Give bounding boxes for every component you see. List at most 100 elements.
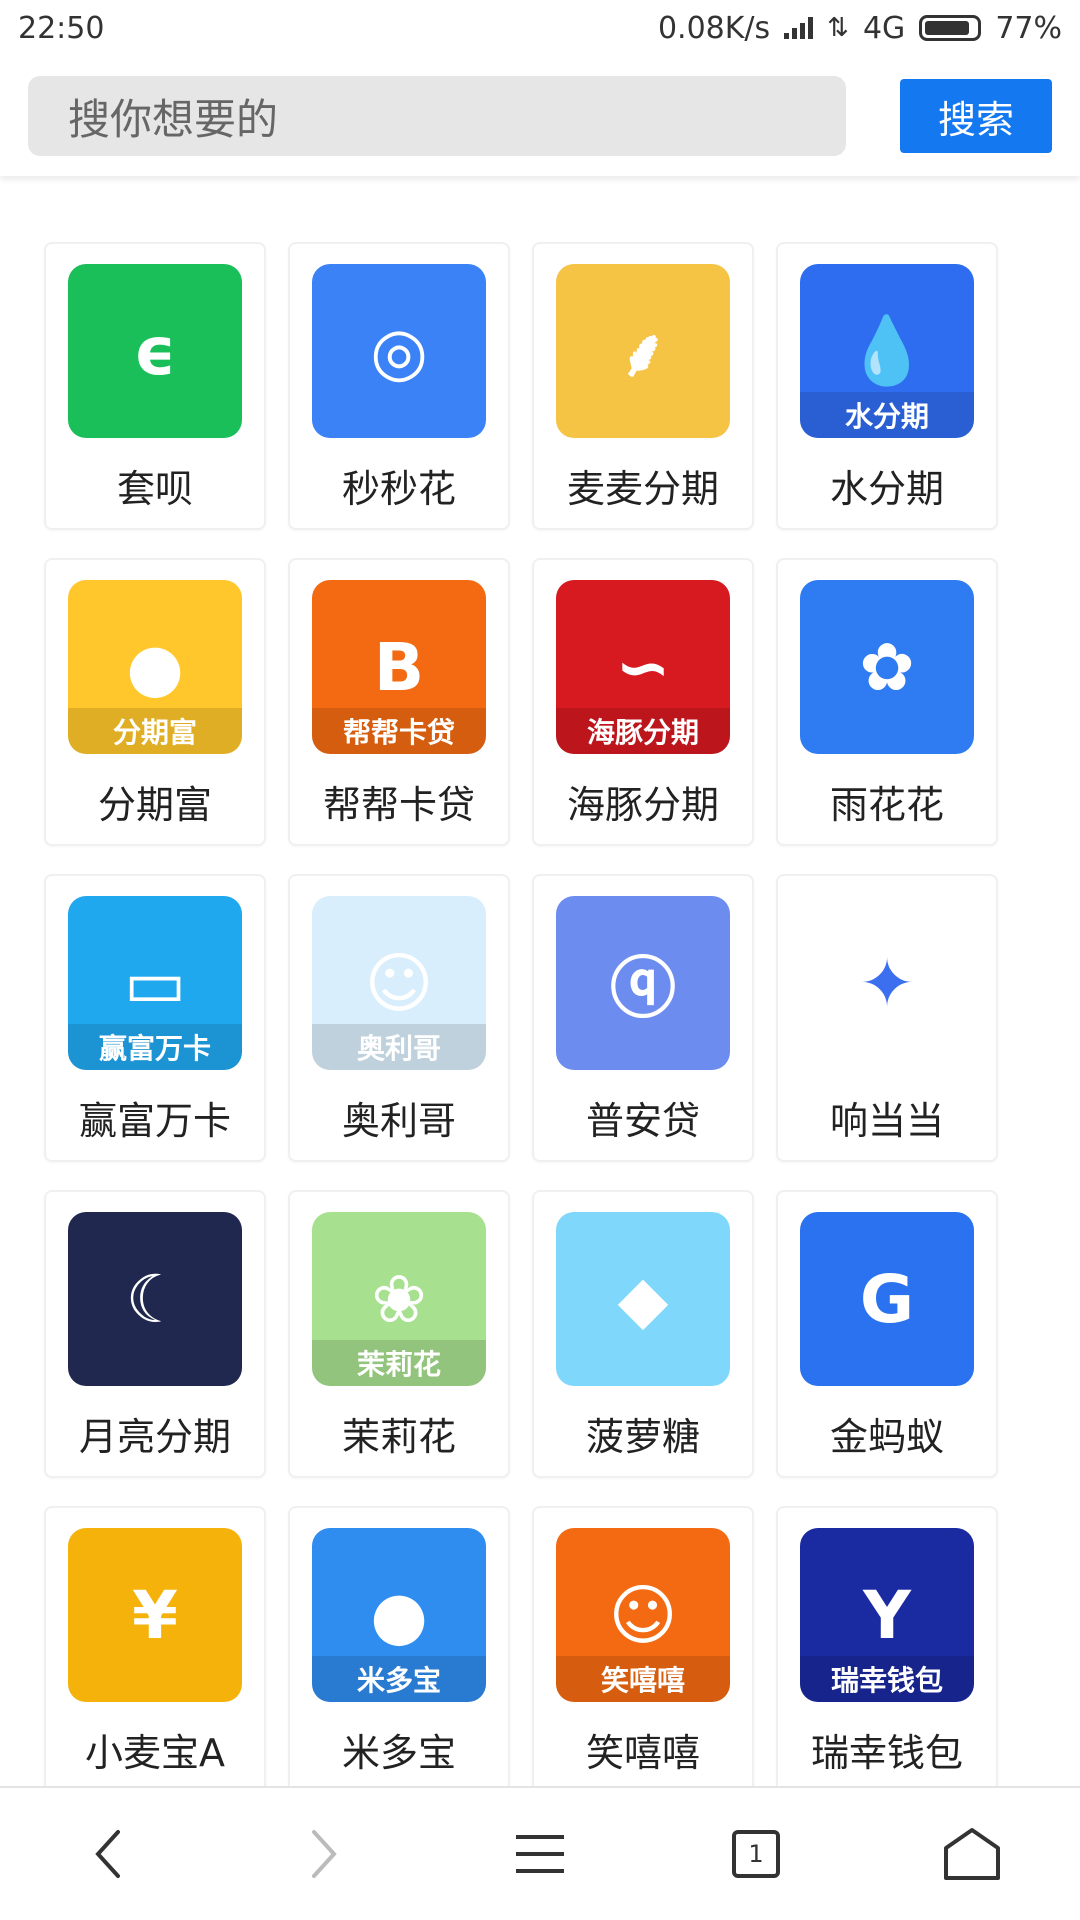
- man-portrait-logo-mark: ☺: [364, 944, 434, 1022]
- app-label: 赢富万卡: [78, 1099, 231, 1143]
- pig-god-logo: ● 米多宝: [312, 1528, 486, 1702]
- icon-band-text: 米多宝: [312, 1656, 486, 1702]
- card-b-logo-mark: B: [373, 628, 425, 706]
- status-time: 22:50: [18, 10, 105, 46]
- fortune-god-logo: ☺ 笑嘻嘻: [556, 1528, 730, 1702]
- tabs-count: 1: [748, 1840, 764, 1868]
- lotus-hand-logo-mark: ✿: [859, 628, 915, 706]
- app-label: 套呗: [116, 467, 193, 511]
- app-label: 米多宝: [341, 1731, 456, 1775]
- search-input[interactable]: 搜你想要的: [28, 76, 846, 156]
- icon-band-text: 奥利哥: [312, 1024, 486, 1070]
- browser-bottom-nav: 1: [0, 1786, 1080, 1920]
- pig-god-logo-mark: ●: [370, 1576, 428, 1654]
- app-card[interactable]: ❀ 茉莉花茉莉花: [288, 1190, 510, 1478]
- deer-coin-logo: Y 瑞幸钱包: [800, 1528, 974, 1702]
- app-label: 海豚分期: [566, 783, 719, 827]
- app-card[interactable]: ◆ 菠萝糖: [532, 1190, 754, 1478]
- status-bar: 22:50 0.08K/s ⇅ 4G 77%: [0, 0, 1080, 56]
- menu-icon: [516, 1835, 564, 1873]
- app-card[interactable]: ⸙ 麦麦分期: [532, 242, 754, 530]
- app-label: 笑嘻嘻: [585, 1731, 700, 1775]
- app-card[interactable]: Y 瑞幸钱包 瑞幸钱包: [776, 1506, 998, 1794]
- app-label: 秒秒花: [341, 467, 456, 511]
- app-label: 分期富: [97, 783, 212, 827]
- ant-logo-mark: G: [859, 1260, 915, 1338]
- search-button[interactable]: 搜索: [900, 79, 1052, 153]
- tabs-button[interactable]: 1: [696, 1804, 816, 1904]
- app-card[interactable]: B 帮帮卡贷帮帮卡贷: [288, 558, 510, 846]
- jasmine-logo-mark: ❀: [371, 1260, 427, 1338]
- fortune-god-logo-mark: ☺: [608, 1576, 678, 1654]
- icon-band-text: 水分期: [800, 392, 974, 438]
- yen-wreath-logo-mark: ¥: [132, 1576, 178, 1654]
- icon-band-text: 赢富万卡: [68, 1024, 242, 1070]
- man-portrait-logo: ☺ 奥利哥: [312, 896, 486, 1070]
- app-label: 茉莉花: [341, 1415, 456, 1459]
- dc-star-logo-mark: ✦: [859, 944, 915, 1022]
- app-label: 麦麦分期: [566, 467, 719, 511]
- app-label: 普安贷: [585, 1099, 700, 1143]
- back-icon: [95, 1830, 120, 1878]
- app-card[interactable]: ◎ 秒秒花: [288, 242, 510, 530]
- wallet-card-logo: ▭ 赢富万卡: [68, 896, 242, 1070]
- app-card[interactable]: ⓠ 普安贷: [532, 874, 754, 1162]
- forward-button[interactable]: [264, 1804, 384, 1904]
- figure-logo: ⓠ: [556, 896, 730, 1070]
- taobei-logo: ϵ: [68, 264, 242, 438]
- app-card[interactable]: ¥ 小麦宝A: [44, 1506, 266, 1794]
- back-button[interactable]: [48, 1804, 168, 1904]
- app-label: 菠萝糖: [585, 1415, 700, 1459]
- wheat-logo: ⸙: [556, 264, 730, 438]
- pineapple-logo: ◆: [556, 1212, 730, 1386]
- wheat-logo-mark: ⸙: [618, 315, 668, 392]
- battery-icon: [919, 15, 982, 41]
- status-right: 0.08K/s ⇅ 4G 77%: [658, 11, 1062, 46]
- app-card[interactable]: 💧 水分期 水分期: [776, 242, 998, 530]
- app-label: 瑞幸钱包: [810, 1731, 963, 1775]
- network-type: 4G: [862, 10, 906, 46]
- search-placeholder: 搜你想要的: [68, 94, 279, 144]
- forward-icon: [312, 1830, 337, 1878]
- pineapple-logo-mark: ◆: [617, 1260, 669, 1338]
- yen-wreath-logo: ¥: [68, 1528, 242, 1702]
- taobei-logo-mark: ϵ: [133, 312, 177, 390]
- app-label: 雨花花: [829, 783, 944, 827]
- figure-logo-mark: ⓠ: [610, 950, 676, 1027]
- stopwatch-coin-logo: ◎: [312, 264, 486, 438]
- dolphin-logo: ∽ 海豚分期: [556, 580, 730, 754]
- app-card[interactable]: ☾ 月亮分期: [44, 1190, 266, 1478]
- menu-button[interactable]: [480, 1804, 600, 1904]
- signal-icon: [784, 17, 814, 39]
- app-label: 帮帮卡贷: [322, 783, 475, 827]
- app-card[interactable]: ϵ 套呗: [44, 242, 266, 530]
- app-card[interactable]: ☺ 奥利哥 奥利哥: [288, 874, 510, 1162]
- app-label: 水分期: [829, 467, 944, 511]
- data-transfer-icon: ⇅: [827, 13, 849, 43]
- tabs-icon: 1: [732, 1830, 780, 1878]
- app-card[interactable]: ▭ 赢富万卡 赢富万卡: [44, 874, 266, 1162]
- stopwatch-coin-logo-mark: ◎: [370, 312, 428, 390]
- app-card[interactable]: ✿ 雨花花: [776, 558, 998, 846]
- wallet-card-logo-mark: ▭: [123, 944, 187, 1022]
- battery-percent: 77%: [995, 10, 1062, 46]
- card-b-logo: B 帮帮卡贷: [312, 580, 486, 754]
- home-button[interactable]: [912, 1804, 1032, 1904]
- app-card[interactable]: ☺ 笑嘻嘻笑嘻嘻: [532, 1506, 754, 1794]
- app-label: 响当当: [829, 1099, 944, 1143]
- icon-band-text: 分期富: [68, 708, 242, 754]
- app-label: 奥利哥: [341, 1099, 456, 1143]
- chick-logo-mark: ●: [126, 628, 184, 706]
- search-header: 搜你想要的 搜索: [0, 56, 1080, 176]
- deer-coin-logo-mark: Y: [863, 1576, 911, 1654]
- home-icon: [944, 1828, 1000, 1880]
- app-card[interactable]: G 金蚂蚁: [776, 1190, 998, 1478]
- app-card[interactable]: ● 米多宝 米多宝: [288, 1506, 510, 1794]
- app-label: 月亮分期: [78, 1415, 231, 1459]
- app-card[interactable]: ✦ 响当当: [776, 874, 998, 1162]
- app-card[interactable]: ∽ 海豚分期海豚分期: [532, 558, 754, 846]
- jasmine-logo: ❀ 茉莉花: [312, 1212, 486, 1386]
- water-drop-logo: 💧 水分期: [800, 264, 974, 438]
- icon-band-text: 瑞幸钱包: [800, 1656, 974, 1702]
- app-card[interactable]: ● 分期富 分期富: [44, 558, 266, 846]
